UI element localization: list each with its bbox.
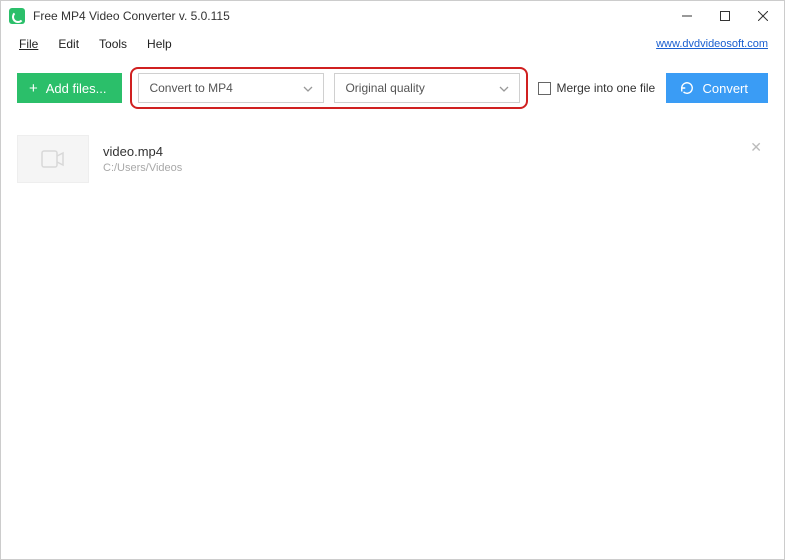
format-value: Convert to MP4 xyxy=(149,81,232,95)
quality-value: Original quality xyxy=(345,81,424,95)
chevron-down-icon xyxy=(303,81,313,95)
maximize-button[interactable] xyxy=(706,2,744,30)
file-name: video.mp4 xyxy=(103,144,182,159)
menu-tools[interactable]: Tools xyxy=(89,33,137,55)
highlight-annotation: Convert to MP4 Original quality xyxy=(130,67,528,109)
website-link[interactable]: www.dvdvideosoft.com xyxy=(656,38,768,50)
quality-dropdown[interactable]: Original quality xyxy=(334,73,520,103)
menu-help[interactable]: Help xyxy=(137,33,182,55)
merge-checkbox[interactable]: Merge into one file xyxy=(538,81,655,95)
window-title: Free MP4 Video Converter v. 5.0.115 xyxy=(33,9,668,23)
file-list: video.mp4 C:/Users/Videos ✕ xyxy=(1,123,784,559)
merge-label: Merge into one file xyxy=(556,81,655,95)
minimize-button[interactable] xyxy=(668,2,706,30)
menu-file[interactable]: File xyxy=(9,33,48,55)
menu-bar: File Edit Tools Help www.dvdvideosoft.co… xyxy=(1,31,784,57)
title-bar: Free MP4 Video Converter v. 5.0.115 xyxy=(1,1,784,31)
checkbox-box xyxy=(538,82,551,95)
remove-file-button[interactable]: ✕ xyxy=(744,137,768,158)
close-button[interactable] xyxy=(744,2,782,30)
video-icon xyxy=(41,150,65,168)
convert-label: Convert xyxy=(702,81,748,96)
app-icon xyxy=(9,8,25,24)
chevron-down-icon xyxy=(499,81,509,95)
add-files-label: Add files... xyxy=(46,81,107,96)
format-dropdown[interactable]: Convert to MP4 xyxy=(138,73,324,103)
convert-button[interactable]: Convert xyxy=(666,73,768,103)
file-path: C:/Users/Videos xyxy=(103,162,182,174)
file-row[interactable]: video.mp4 C:/Users/Videos ✕ xyxy=(7,127,778,191)
video-thumbnail xyxy=(17,135,89,183)
refresh-icon xyxy=(680,81,694,95)
close-icon: ✕ xyxy=(750,139,762,155)
add-files-button[interactable]: + Add files... xyxy=(17,73,122,103)
plus-icon: + xyxy=(29,80,38,97)
file-info: video.mp4 C:/Users/Videos xyxy=(103,144,182,174)
menu-edit[interactable]: Edit xyxy=(48,33,89,55)
toolbar: + Add files... Convert to MP4 Original q… xyxy=(1,57,784,123)
